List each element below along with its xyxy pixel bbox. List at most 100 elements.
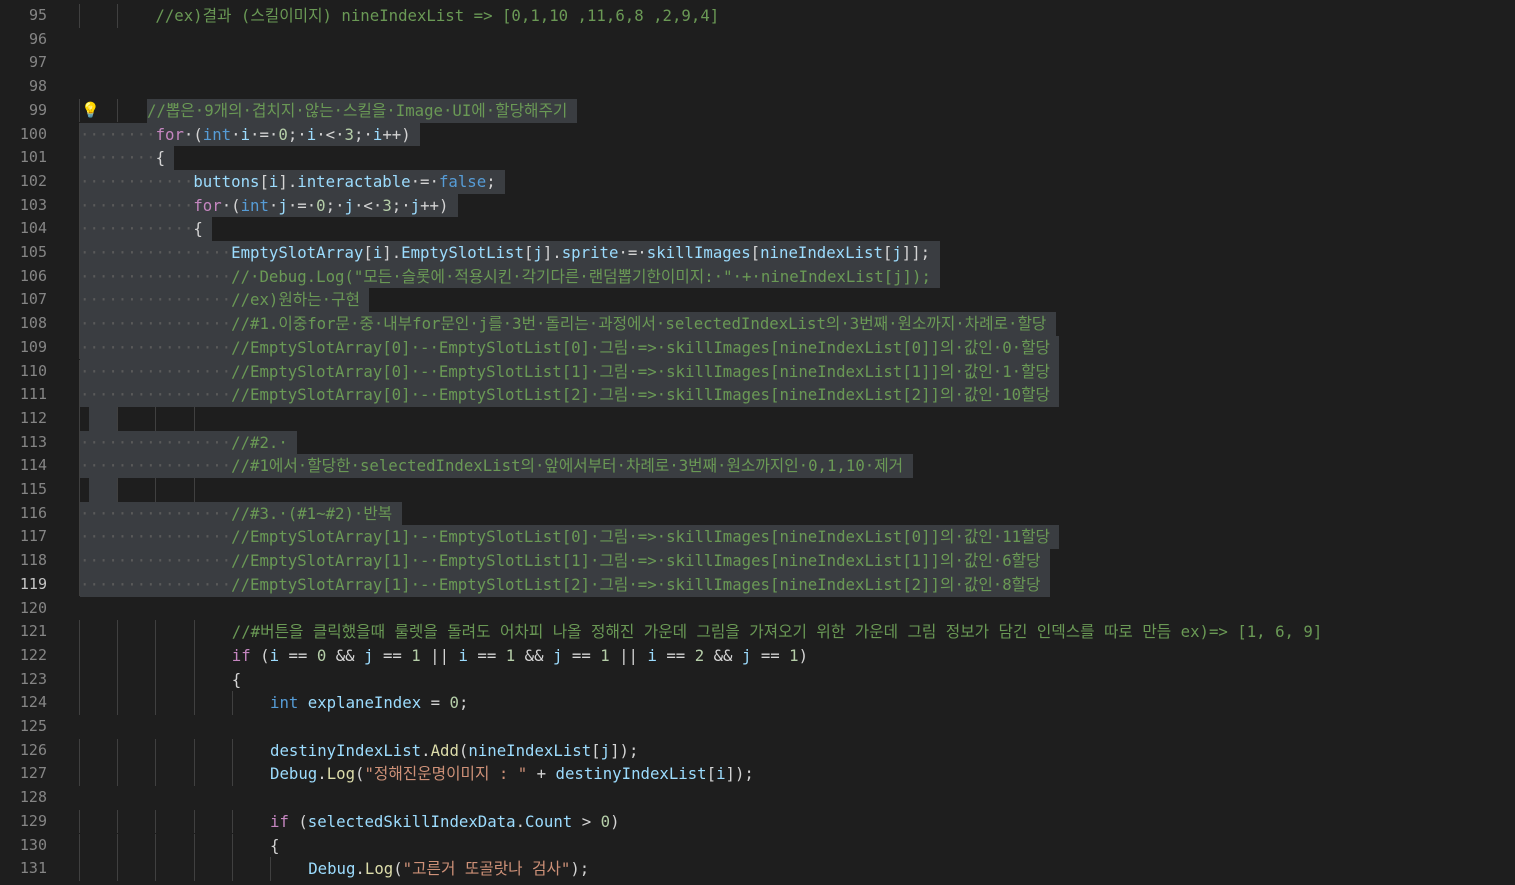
code-line[interactable]: 107 ················//ex)원하는·구현 (0, 288, 1515, 313)
code-token: 1 (789, 645, 799, 665)
code-text: ················//EmptySlotArray[1]·-·Em… (80, 525, 1060, 550)
code-line[interactable]: 122 if (i == 0 && j == 1 || i == 1 && j =… (0, 643, 1515, 668)
indent-guide (232, 857, 233, 881)
code-line[interactable]: 100 ········for·(int·i·=·0;·i·<·3;·i++) (0, 122, 1515, 147)
code-line[interactable]: 120 (0, 597, 1515, 621)
code-line[interactable]: 110 ················//EmptySlotArray[0]·-… (0, 359, 1515, 384)
code-line[interactable]: 98 (0, 75, 1515, 99)
code-line[interactable]: 124 int explaneIndex = 0; (0, 691, 1515, 715)
code-line[interactable]: 117 ················//EmptySlotArray[1]·-… (0, 525, 1515, 550)
indent-guide (194, 620, 195, 644)
line-number: 95 (28, 6, 47, 24)
code-token: ]. (278, 171, 298, 191)
code-line[interactable]: 125 (0, 715, 1515, 739)
line-number: 120 (19, 598, 47, 617)
code-token: · (268, 195, 279, 215)
code-line[interactable]: 101 ········{ (0, 146, 1515, 170)
code-token: ·=· (250, 124, 279, 144)
code-line[interactable]: 99 //뽑은·9개의·겹치지·않는·스킬을·Image·UI에·할당해주기 💡 (0, 98, 1515, 123)
code-token: Count (525, 811, 573, 831)
code-line[interactable]: 126 destinyIndexList.Add(nineIndexList[j]… (0, 738, 1515, 763)
code-token: sprite (561, 243, 619, 262)
code-line[interactable]: 109 ················//EmptySlotArray[0]·-… (0, 335, 1515, 360)
code-text: ········{ (80, 146, 175, 170)
code-line[interactable]: 104 ············{ (0, 217, 1515, 241)
code-line[interactable]: 106 ················//·Debug.Log("모든·슬롯에·… (0, 264, 1515, 289)
line-number: 126 (19, 740, 47, 759)
code-line[interactable]: 119 ················//EmptySlotArray[1]·-… (0, 572, 1515, 597)
code-line[interactable]: 102 ············buttons[i].interactable·=… (0, 169, 1515, 194)
code-token: ]. (542, 243, 562, 262)
code-line[interactable]: 130 { (0, 833, 1515, 858)
indent-guide (194, 691, 195, 715)
code-token: for (155, 124, 184, 144)
code-token: if (231, 645, 251, 665)
code-token: j (533, 243, 543, 262)
code-text: { (270, 834, 279, 858)
code-line[interactable]: 96 (0, 28, 1515, 52)
indent-guide (194, 478, 195, 502)
code-token: ·=· (410, 171, 439, 191)
code-token: ]); (725, 764, 754, 784)
indent-guide (155, 406, 156, 431)
code-line[interactable]: 113 ················//#2.· (0, 430, 1515, 455)
indent-guide (194, 738, 195, 763)
code-line[interactable]: 118 ················//EmptySlotArray[1]·-… (0, 549, 1515, 573)
code-text: ················//EmptySlotArray[0]·-·Em… (80, 359, 1060, 384)
code-token: { (193, 219, 203, 239)
code-text: ················//·Debug.Log("모든·슬롯에·적용시… (80, 264, 941, 289)
code-text: if (selectedSkillIndexData.Count > 0) (270, 810, 620, 834)
code-token: 0 (449, 693, 459, 713)
code-line[interactable]: 105 ················EmptySlotArray[i].Emp… (0, 241, 1515, 265)
line-number: 100 (19, 124, 47, 143)
code-token: //ex)결과 (스킬이미지) nineIndexList => [0,1,10… (155, 6, 720, 25)
code-line[interactable]: 114 ················//#1에서·할당한·selectedIn… (0, 454, 1515, 478)
code-line[interactable]: 127 Debug.Log("정해진운명이미지 : " + destinyInde… (0, 762, 1515, 787)
line-number: 101 (19, 148, 47, 167)
code-text: ················//EmptySlotArray[0]·-·Em… (80, 335, 1060, 360)
code-token: EmptySlotArray (231, 243, 364, 262)
code-token: 3 (344, 124, 354, 144)
code-line[interactable]: 97 (0, 51, 1515, 75)
code-editor[interactable]: 95 //ex)결과 (스킬이미지) nineIndexList => [0,1,… (0, 0, 1515, 885)
code-text: if (i == 0 && j == 1 || i == 1 && j == 1… (232, 644, 808, 668)
code-token: j (741, 645, 752, 665)
lightbulb-icon[interactable]: 💡 (81, 100, 100, 120)
indent-guide (79, 691, 80, 715)
code-text: destinyIndexList.Add(nineIndexList[j]); (270, 739, 638, 763)
code-line[interactable]: 121 //#버튼을 클릭했을때 룰렛을 돌려도 어차피 나올 정해진 가운데 그… (0, 620, 1515, 644)
indent-guide (117, 643, 118, 668)
code-line[interactable]: 115 (0, 478, 1515, 502)
code-line[interactable]: 108 ················//#1.이중for문·중·내부for문인… (0, 312, 1515, 336)
indent-guide (117, 4, 118, 28)
code-line[interactable]: 128 (0, 786, 1515, 810)
code-line[interactable]: 103 ············for·(int·j·=·0;·j·<·3;·j+… (0, 193, 1515, 218)
code-line[interactable]: 111 ················//EmptySlotArray[0]·-… (0, 383, 1515, 407)
code-token: //EmptySlotArray[1]·-·EmptySlotList[0]·그… (231, 527, 1050, 547)
line-number: 115 (19, 480, 47, 498)
code-token: . (317, 764, 327, 784)
code-text: ················//#3.·(#1~#2)·반복 (80, 501, 402, 526)
code-line[interactable]: 95 //ex)결과 (스킬이미지) nineIndexList => [0,1,… (0, 4, 1515, 28)
code-line[interactable]: 131 Debug.Log("고른거 또골랏나 검사"); (0, 857, 1515, 881)
code-line[interactable]: 112 (0, 406, 1515, 431)
indent-guide (79, 738, 80, 763)
indent-guide (117, 738, 118, 763)
line-number: 114 (19, 456, 47, 475)
line-number: 98 (28, 77, 47, 96)
code-text (89, 406, 117, 431)
line-number: 127 (19, 764, 47, 783)
code-token: [ (523, 243, 534, 262)
indent-guide (79, 762, 80, 787)
line-number: 97 (28, 53, 47, 72)
code-token: ]); (610, 740, 639, 760)
code-line[interactable]: 116 ················//#3.·(#1~#2)·반복 (0, 501, 1515, 526)
code-line[interactable]: 129 if (selectedSkillIndexData.Count > 0) (0, 809, 1515, 834)
code-token: //EmptySlotArray[0]·-·EmptySlotList[2]·그… (231, 385, 1050, 405)
code-token: 0 (278, 124, 288, 144)
code-line[interactable]: 123 { (0, 667, 1515, 692)
line-number: 130 (19, 835, 47, 854)
indent-guide (117, 478, 118, 502)
code-token: ( (250, 645, 270, 665)
